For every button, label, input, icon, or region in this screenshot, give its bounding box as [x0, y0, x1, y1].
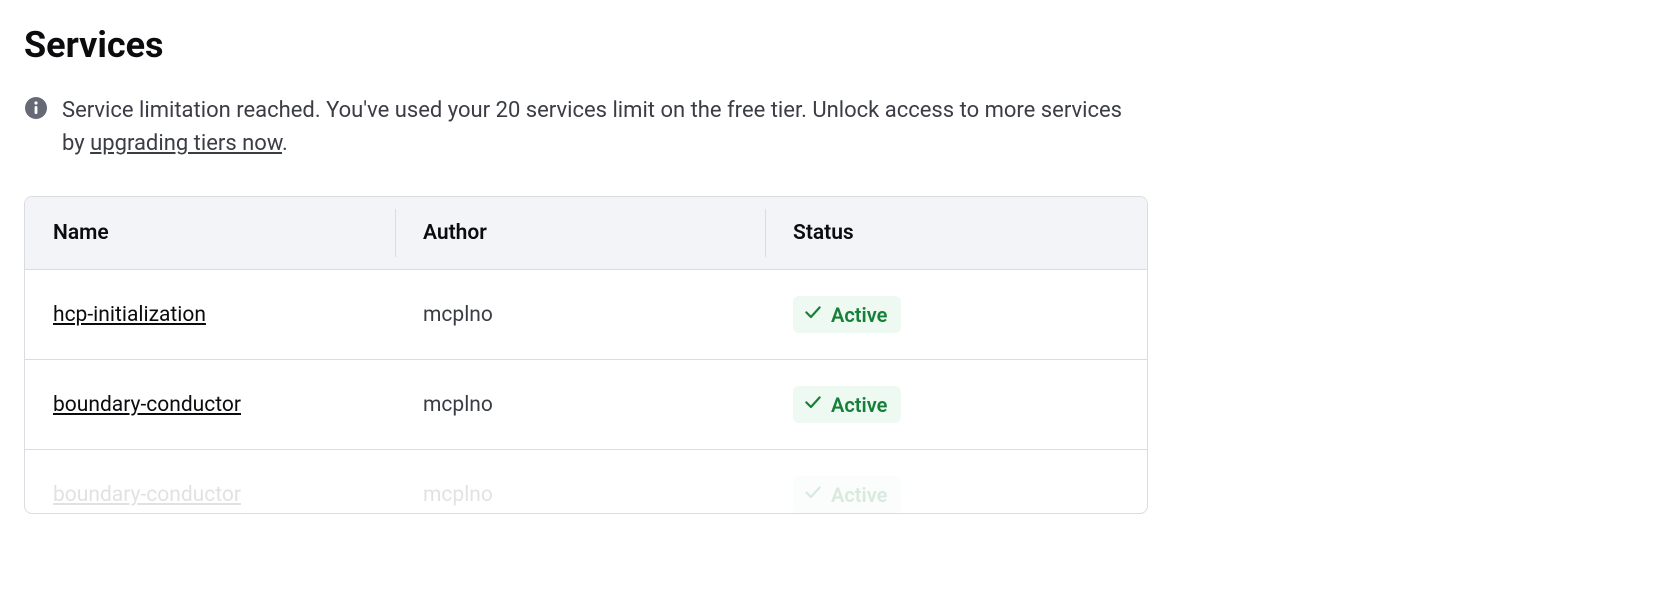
service-author: mcplno: [395, 360, 765, 450]
page-title: Services: [24, 24, 1648, 66]
check-icon: [803, 302, 823, 327]
table-row: hcp-initialization mcplno Active: [25, 270, 1147, 360]
service-author: mcplno: [395, 450, 765, 514]
alert-banner: Service limitation reached. You've used …: [24, 94, 1144, 160]
alert-text: Service limitation reached. You've used …: [62, 94, 1144, 160]
service-name-link[interactable]: hcp-initialization: [53, 303, 206, 327]
info-icon: [24, 96, 48, 120]
status-label: Active: [831, 393, 887, 417]
table-header-author: Author: [395, 197, 765, 270]
service-name-link[interactable]: boundary-conductor: [53, 393, 241, 417]
table-row: boundary-conductor mcplno Active: [25, 360, 1147, 450]
status-label: Active: [831, 483, 887, 507]
table-header-status: Status: [765, 197, 1147, 270]
alert-text-after: .: [282, 131, 288, 156]
status-badge: Active: [793, 476, 901, 513]
table-header-row: Name Author Status: [25, 197, 1147, 270]
table-row: boundary-conductor mcplno Active: [25, 450, 1147, 514]
status-badge: Active: [793, 296, 901, 333]
table-header-name: Name: [25, 197, 395, 270]
service-author: mcplno: [395, 270, 765, 360]
service-name-link[interactable]: boundary-conductor: [53, 483, 241, 507]
status-badge: Active: [793, 386, 901, 423]
check-icon: [803, 392, 823, 417]
upgrade-link[interactable]: upgrading tiers now: [90, 131, 282, 156]
services-table: Name Author Status hcp-initialization mc…: [24, 196, 1148, 514]
status-label: Active: [831, 303, 887, 327]
check-icon: [803, 482, 823, 507]
